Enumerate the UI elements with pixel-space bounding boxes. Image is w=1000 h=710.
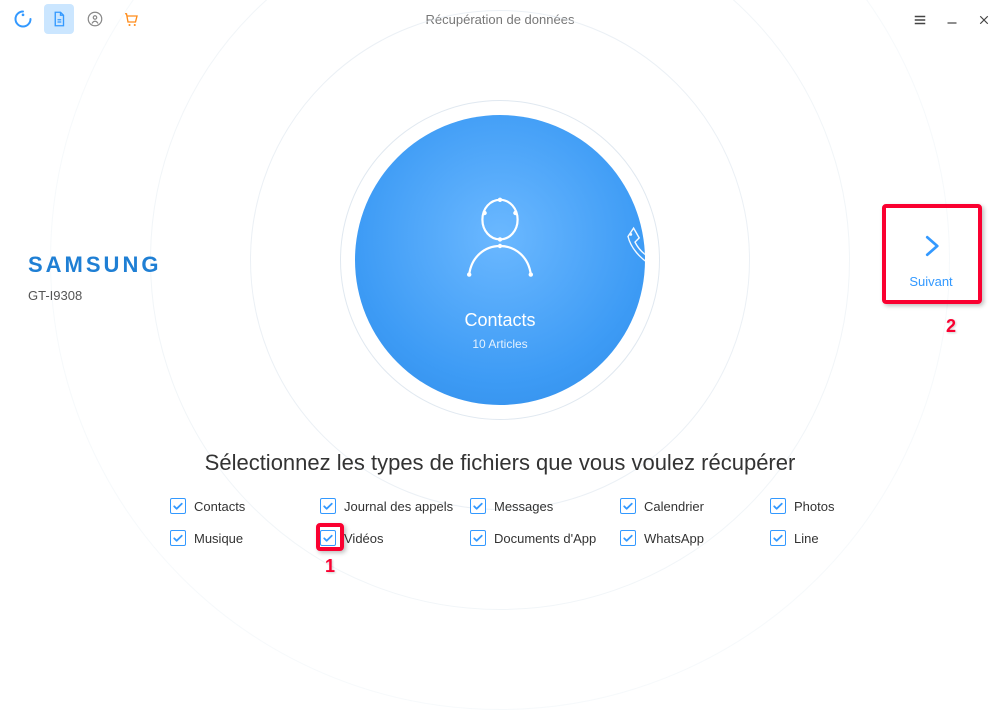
next-button[interactable]: Suivant (886, 222, 976, 289)
type-item[interactable]: Contacts (170, 498, 320, 514)
type-label: Documents d'App (494, 531, 596, 546)
type-item[interactable]: Messages (470, 498, 620, 514)
type-item[interactable]: Calendrier (620, 498, 770, 514)
type-item[interactable]: Photos (770, 498, 920, 514)
type-label: Messages (494, 499, 553, 514)
checkbox[interactable] (620, 498, 636, 514)
next-label: Suivant (909, 274, 952, 289)
checkbox[interactable] (320, 530, 336, 546)
shopping-cart-icon[interactable] (116, 4, 146, 34)
checkbox[interactable] (470, 498, 486, 514)
checkbox[interactable] (320, 498, 336, 514)
device-brand: SAMSUNG (28, 252, 161, 278)
type-label: Journal des appels (344, 499, 453, 514)
call-log-icon (607, 219, 645, 289)
type-label: Contacts (194, 499, 245, 514)
checkbox[interactable] (770, 498, 786, 514)
type-item[interactable]: Journal des appels (320, 498, 470, 514)
type-label: WhatsApp (644, 531, 704, 546)
annotation-number-2: 2 (946, 316, 956, 337)
phonerescue-logo-icon[interactable] (8, 4, 38, 34)
type-label: Calendrier (644, 499, 704, 514)
data-recovery-tab-icon[interactable] (44, 4, 74, 34)
chevron-right-icon (886, 222, 976, 270)
checkbox[interactable] (170, 498, 186, 514)
type-label: Line (794, 531, 819, 546)
type-item[interactable]: Musique (170, 530, 320, 546)
window-title: Récupération de données (0, 0, 1000, 40)
annotation-number-1: 1 (325, 556, 335, 577)
device-model: GT-I9308 (28, 288, 161, 303)
type-item[interactable]: WhatsApp (620, 530, 770, 546)
type-item[interactable]: Documents d'App (470, 530, 620, 546)
close-icon[interactable] (976, 12, 992, 28)
instruction-heading: Sélectionnez les types de fichiers que v… (0, 450, 1000, 476)
category-dial[interactable]: Contacts 10 Articles (355, 115, 645, 405)
type-label: Vidéos (344, 531, 384, 546)
type-item[interactable]: Line (770, 530, 920, 546)
checkbox[interactable] (470, 530, 486, 546)
category-title: Contacts (464, 310, 535, 331)
lock-removal-tab-icon[interactable] (80, 4, 110, 34)
type-label: Musique (194, 531, 243, 546)
category-subtitle: 10 Articles (472, 337, 527, 351)
checkbox[interactable] (770, 530, 786, 546)
checkbox[interactable] (170, 530, 186, 546)
menu-icon[interactable] (912, 12, 928, 28)
type-label: Photos (794, 499, 834, 514)
type-item[interactable]: Vidéos (320, 530, 470, 546)
minimize-icon[interactable] (944, 12, 960, 28)
contacts-icon (445, 180, 555, 290)
checkbox[interactable] (620, 530, 636, 546)
